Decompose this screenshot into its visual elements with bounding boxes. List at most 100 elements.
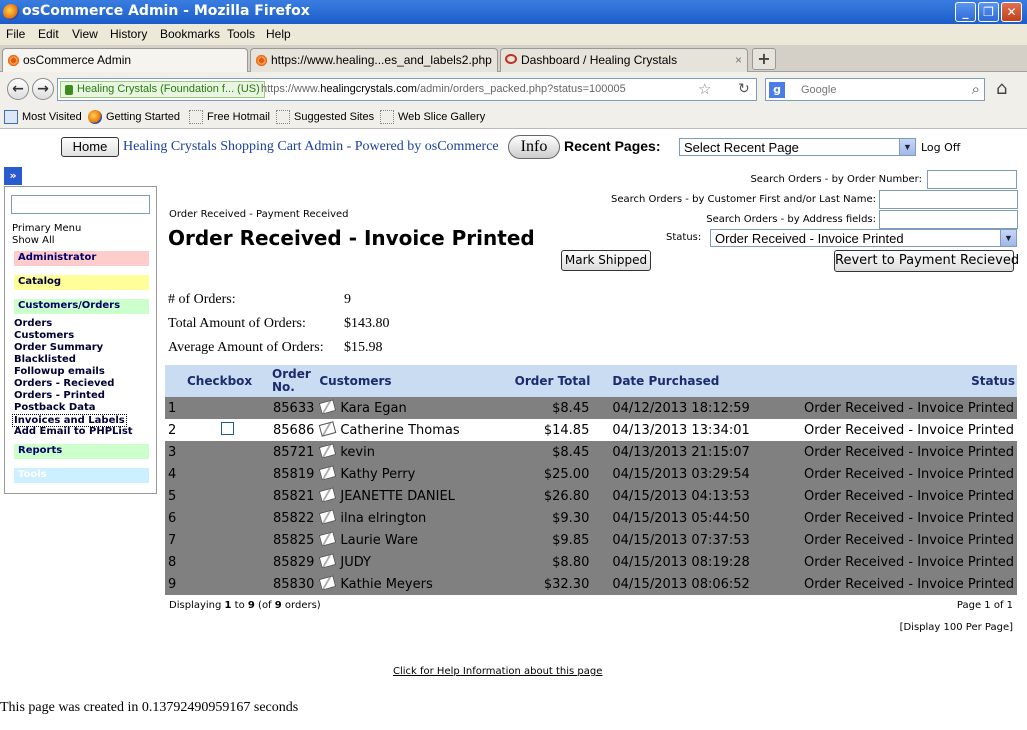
bookmark-suggested-sites[interactable]: Suggested Sites bbox=[276, 110, 374, 124]
bookmark-free-hotmail[interactable]: Free Hotmail bbox=[189, 110, 270, 124]
order-number[interactable]: 85822 bbox=[270, 507, 318, 529]
table-row[interactable]: 2 85686 Catherine Thomas $14.85 04/13/2013 1… bbox=[165, 419, 1017, 441]
display-per-page-link[interactable]: [Display 100 Per Page] bbox=[900, 622, 1013, 633]
order-number[interactable]: 85821 bbox=[270, 485, 318, 507]
menu-edit[interactable]: Edit bbox=[38, 27, 59, 41]
recent-pages-select[interactable]: Select Recent Page ▼ bbox=[679, 138, 916, 156]
url-text[interactable]: https://www.healingcrystals.com/admin/or… bbox=[261, 83, 626, 95]
url-bar[interactable]: Healing Crystals (Foundation f... (US) h… bbox=[57, 78, 757, 101]
order-number[interactable]: 85830 bbox=[270, 573, 318, 595]
customer-name[interactable]: Kathie Meyers bbox=[340, 577, 432, 592]
section-customers-orders[interactable]: Customers/Orders bbox=[14, 299, 149, 314]
menu-bookmarks[interactable]: Bookmarks bbox=[160, 27, 220, 41]
menu-history[interactable]: History bbox=[110, 27, 147, 41]
table-row[interactable]: 5 85821 JEANETTE DANIEL $26.80 04/15/2013 04… bbox=[165, 485, 1017, 507]
customer-name[interactable]: Kara Egan bbox=[340, 401, 406, 416]
close-tab-icon[interactable]: × bbox=[735, 53, 742, 67]
table-row[interactable]: 1 85633 Kara Egan $8.45 04/12/2013 18:12:59 O… bbox=[165, 397, 1017, 419]
forward-button[interactable]: → bbox=[32, 78, 54, 100]
sidebar-link-blacklisted[interactable]: Blacklisted bbox=[14, 354, 76, 365]
customer-name[interactable]: ilna elrington bbox=[340, 511, 426, 526]
customer-name[interactable]: JEANETTE DANIEL bbox=[340, 489, 455, 504]
sidebar-search-input[interactable] bbox=[11, 195, 150, 214]
back-button[interactable]: ← bbox=[7, 78, 29, 100]
search-bar[interactable]: g Google ⌕ bbox=[765, 78, 985, 101]
order-checkbox[interactable] bbox=[221, 421, 234, 435]
menu-tools[interactable]: Tools bbox=[227, 27, 255, 41]
google-search-engine-icon[interactable]: g bbox=[769, 82, 785, 98]
sidebar-link-customers[interactable]: Customers bbox=[14, 330, 74, 341]
sidebar-link-orders[interactable]: Orders bbox=[14, 318, 52, 329]
sidebar-link-orders-recieved[interactable]: Orders - Recieved bbox=[14, 378, 114, 389]
customer-name[interactable]: Kathy Perry bbox=[340, 467, 415, 482]
order-number[interactable]: 85819 bbox=[270, 463, 318, 485]
bookmark-most-visited[interactable]: Most Visited bbox=[4, 110, 82, 124]
section-administrator[interactable]: Administrator bbox=[14, 251, 149, 266]
search-address-input[interactable] bbox=[879, 210, 1018, 229]
tab-invoices-labels[interactable]: https://www.healing...es_and_labels2.php bbox=[250, 48, 498, 72]
order-number[interactable]: 85721 bbox=[270, 441, 318, 463]
bookmark-web-slice-gallery[interactable]: Web Slice Gallery bbox=[380, 110, 485, 124]
order-number[interactable]: 85829 bbox=[270, 551, 318, 573]
table-row[interactable]: 4 85819 Kathy Perry $25.00 04/15/2013 03:29:… bbox=[165, 463, 1017, 485]
customer-note-icon[interactable] bbox=[319, 552, 337, 569]
sidebar-link-order-summary[interactable]: Order Summary bbox=[14, 342, 103, 353]
order-number[interactable]: 85686 bbox=[270, 419, 318, 441]
reload-icon[interactable]: ↻ bbox=[738, 81, 750, 97]
menu-view[interactable]: View bbox=[72, 27, 98, 41]
customer-note-icon[interactable] bbox=[319, 464, 337, 481]
table-row[interactable]: 8 85829 JUDY $8.80 04/15/2013 08:19:28 Order … bbox=[165, 551, 1017, 573]
search-order-number-input[interactable] bbox=[927, 170, 1017, 189]
bookmark-star-icon[interactable]: ☆ bbox=[698, 80, 711, 98]
customer-note-icon[interactable] bbox=[319, 530, 337, 547]
search-glass-icon[interactable]: ⌕ bbox=[972, 80, 980, 98]
admin-title-link[interactable]: Healing Crystals Shopping Cart Admin - P… bbox=[123, 139, 499, 155]
customer-name[interactable]: Laurie Ware bbox=[340, 533, 418, 548]
logoff-link[interactable]: Log Off bbox=[921, 141, 960, 154]
table-row[interactable]: 6 85822 ilna elrington $9.30 04/15/2013 05:4… bbox=[165, 507, 1017, 529]
home-button[interactable]: Home bbox=[61, 137, 119, 157]
section-tools[interactable]: Tools bbox=[14, 468, 149, 483]
maximize-button[interactable]: ❐ bbox=[978, 2, 999, 22]
close-window-button[interactable]: ✕ bbox=[1001, 2, 1022, 22]
row-number: 2 bbox=[165, 419, 185, 441]
row-number: 5 bbox=[165, 485, 185, 507]
customer-note-icon[interactable] bbox=[319, 442, 337, 459]
customer-name[interactable]: JUDY bbox=[340, 555, 371, 570]
customer-note-icon[interactable] bbox=[319, 574, 337, 591]
menu-help[interactable]: Help bbox=[266, 27, 291, 41]
search-customer-name-input[interactable] bbox=[879, 190, 1018, 209]
table-row[interactable]: 7 85825 Laurie Ware $9.85 04/15/2013 07:37:5… bbox=[165, 529, 1017, 551]
sidebar-toggle-icon[interactable]: » bbox=[4, 167, 22, 185]
home-icon[interactable]: ⌂ bbox=[996, 78, 1007, 99]
help-info-link[interactable]: Click for Help Information about this pa… bbox=[393, 666, 602, 677]
sidebar-link-postback-data[interactable]: Postback Data bbox=[14, 402, 95, 413]
customer-name[interactable]: kevin bbox=[340, 445, 375, 460]
order-number[interactable]: 85825 bbox=[270, 529, 318, 551]
tab-oscommerce-admin[interactable]: osCommerce Admin bbox=[2, 48, 248, 72]
mark-shipped-button[interactable]: Mark Shipped bbox=[561, 250, 651, 271]
customer-note-icon[interactable] bbox=[319, 420, 337, 437]
sidebar-link-followup-emails[interactable]: Followup emails bbox=[14, 366, 105, 377]
customer-name[interactable]: Catherine Thomas bbox=[340, 423, 459, 438]
section-catalog[interactable]: Catalog bbox=[14, 275, 149, 290]
revert-to-payment-received-button[interactable]: Revert to Payment Recieved bbox=[834, 250, 1019, 272]
sidebar-link-orders-printed[interactable]: Orders - Printed bbox=[14, 390, 105, 401]
customer-note-icon[interactable] bbox=[319, 486, 337, 503]
customer-note-icon[interactable] bbox=[319, 398, 337, 415]
bookmark-getting-started[interactable]: Getting Started bbox=[88, 110, 180, 124]
order-number[interactable]: 85633 bbox=[270, 397, 318, 419]
sidebar-link-add-email-phplist[interactable]: Add Email to PHPList bbox=[14, 426, 133, 437]
new-tab-button[interactable]: + bbox=[752, 48, 776, 70]
table-row[interactable]: 9 85830 Kathie Meyers $32.30 04/15/2013 08:0… bbox=[165, 573, 1017, 595]
customer-note-icon[interactable] bbox=[319, 508, 337, 525]
info-button[interactable]: Info bbox=[508, 135, 560, 159]
section-reports[interactable]: Reports bbox=[14, 444, 149, 459]
show-all-link[interactable]: Show All bbox=[12, 235, 55, 246]
tab-dashboard[interactable]: Dashboard / Healing Crystals × bbox=[500, 48, 748, 72]
status-select[interactable]: Order Received - Invoice Printed ▼ bbox=[710, 229, 1017, 247]
minimize-button[interactable]: _ bbox=[955, 2, 976, 22]
site-identity[interactable]: Healing Crystals (Foundation f... (US) bbox=[60, 81, 265, 98]
menu-file[interactable]: File bbox=[6, 27, 25, 41]
table-row[interactable]: 3 85721 kevin $8.45 04/13/2013 21:15:07 Order… bbox=[165, 441, 1017, 463]
